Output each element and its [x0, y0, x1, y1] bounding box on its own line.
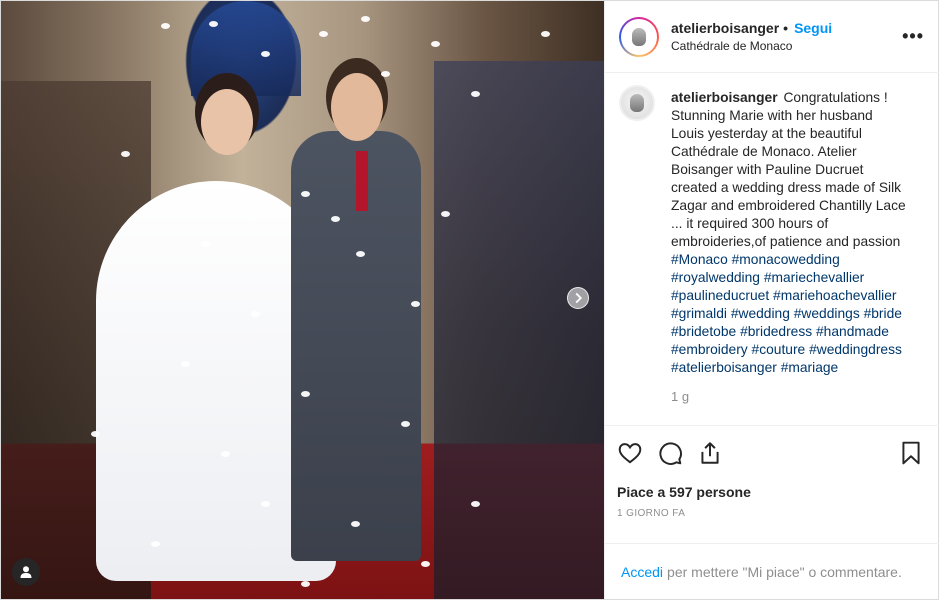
heart-icon[interactable] [617, 440, 643, 466]
bookmark-icon[interactable] [898, 440, 924, 466]
more-options-button[interactable]: ••• [902, 26, 924, 47]
hashtag-link[interactable]: #wedding [731, 306, 790, 321]
location-link[interactable]: Cathédrale de Monaco [671, 39, 902, 53]
petal [331, 216, 340, 222]
petal [421, 561, 430, 567]
petal [381, 71, 390, 77]
comments-section: atelierboisanger Congratulations ! Stunn… [605, 73, 939, 425]
user-icon [20, 566, 32, 578]
instagram-post: atelierboisanger • Segui Cathédrale de M… [0, 0, 939, 600]
photo-groom-tie [356, 151, 368, 211]
photo-groom-head [331, 73, 383, 141]
petal [351, 521, 360, 527]
petal [151, 541, 160, 547]
photo-window [191, 1, 301, 96]
share-icon[interactable] [697, 440, 723, 466]
hashtag-link[interactable]: #royalwedding [671, 270, 760, 285]
login-to-comment: Accedi per mettere "Mi piace" o commenta… [605, 543, 939, 599]
likes-count[interactable]: Piace a 597 persone [617, 484, 924, 500]
header-separator: • [783, 20, 789, 36]
hashtag-link[interactable]: #weddings [794, 306, 860, 321]
caption-username[interactable]: atelierboisanger [671, 90, 778, 105]
petal [471, 501, 480, 507]
hashtag-link[interactable]: #handmade [816, 324, 889, 339]
login-prompt-text: per mettere "Mi piace" o commentare. [667, 563, 902, 580]
hashtag-link[interactable]: #mariehoachevallier [773, 288, 896, 303]
petal [301, 581, 310, 587]
header-text: atelierboisanger • Segui Cathédrale de M… [671, 20, 902, 53]
petal [261, 501, 270, 507]
petal [541, 31, 550, 37]
petal [401, 421, 410, 427]
caption-time: 1 g [671, 389, 690, 404]
login-link[interactable]: Accedi [621, 564, 663, 580]
petal [121, 151, 130, 157]
petal [251, 311, 260, 317]
profile-avatar[interactable] [619, 16, 659, 57]
petal [411, 301, 420, 307]
action-icons [617, 436, 924, 470]
post-sidebar: atelierboisanger • Segui Cathédrale de M… [604, 1, 939, 599]
hashtag-link[interactable]: #atelierboisanger [671, 360, 777, 375]
hashtag-link[interactable]: #mariechevallier [764, 270, 864, 285]
hashtag-link[interactable]: #monacowedding [732, 252, 840, 267]
post-actions: Piace a 597 persone 1 GIORNO FA [605, 425, 939, 543]
avatar-image [621, 18, 657, 55]
petal [441, 211, 450, 217]
petal [91, 431, 100, 437]
petal [356, 251, 365, 257]
petal [471, 91, 480, 97]
hashtag-link[interactable]: #bride [864, 306, 902, 321]
petal [209, 21, 218, 27]
post-date: 1 GIORNO FA [617, 508, 686, 519]
petal [201, 241, 210, 247]
petal [261, 51, 270, 57]
hashtag-link[interactable]: #mariage [781, 360, 839, 375]
chevron-right-icon [575, 292, 583, 304]
post-header: atelierboisanger • Segui Cathédrale de M… [605, 1, 939, 73]
tagged-users-button[interactable] [12, 558, 40, 586]
caption-avatar[interactable] [619, 85, 655, 121]
follow-button[interactable]: Segui [794, 20, 832, 36]
petal [431, 41, 440, 47]
caption-hashtags: #Monaco #monacowedding #royalwedding #ma… [671, 251, 907, 377]
hashtag-link[interactable]: #grimaldi [671, 306, 727, 321]
photo-crowd-right [434, 61, 604, 599]
comment-icon[interactable] [657, 440, 683, 466]
petal [181, 361, 190, 367]
hashtag-link[interactable]: #couture [752, 342, 806, 357]
hashtag-link[interactable]: #bridedress [740, 324, 812, 339]
petal [161, 23, 170, 29]
caption-text: Congratulations ! Stunning Marie with he… [671, 90, 906, 249]
petal [319, 31, 328, 37]
header-username[interactable]: atelierboisanger [671, 20, 779, 36]
photo-bride-head [201, 89, 253, 155]
petal [301, 191, 310, 197]
caption-comment: atelierboisanger Congratulations ! Stunn… [619, 85, 924, 377]
hashtag-link[interactable]: #bridetobe [671, 324, 736, 339]
post-photo[interactable] [1, 1, 604, 599]
petal [361, 16, 370, 22]
hashtag-link[interactable]: #Monaco [671, 252, 728, 267]
hashtag-link[interactable]: #embroidery [671, 342, 748, 357]
petal [301, 391, 310, 397]
hashtag-link[interactable]: #weddingdress [809, 342, 902, 357]
next-photo-button[interactable] [567, 287, 589, 309]
hashtag-link[interactable]: #paulineducruet [671, 288, 769, 303]
petal [221, 451, 230, 457]
caption-body: atelierboisanger Congratulations ! Stunn… [671, 89, 907, 377]
